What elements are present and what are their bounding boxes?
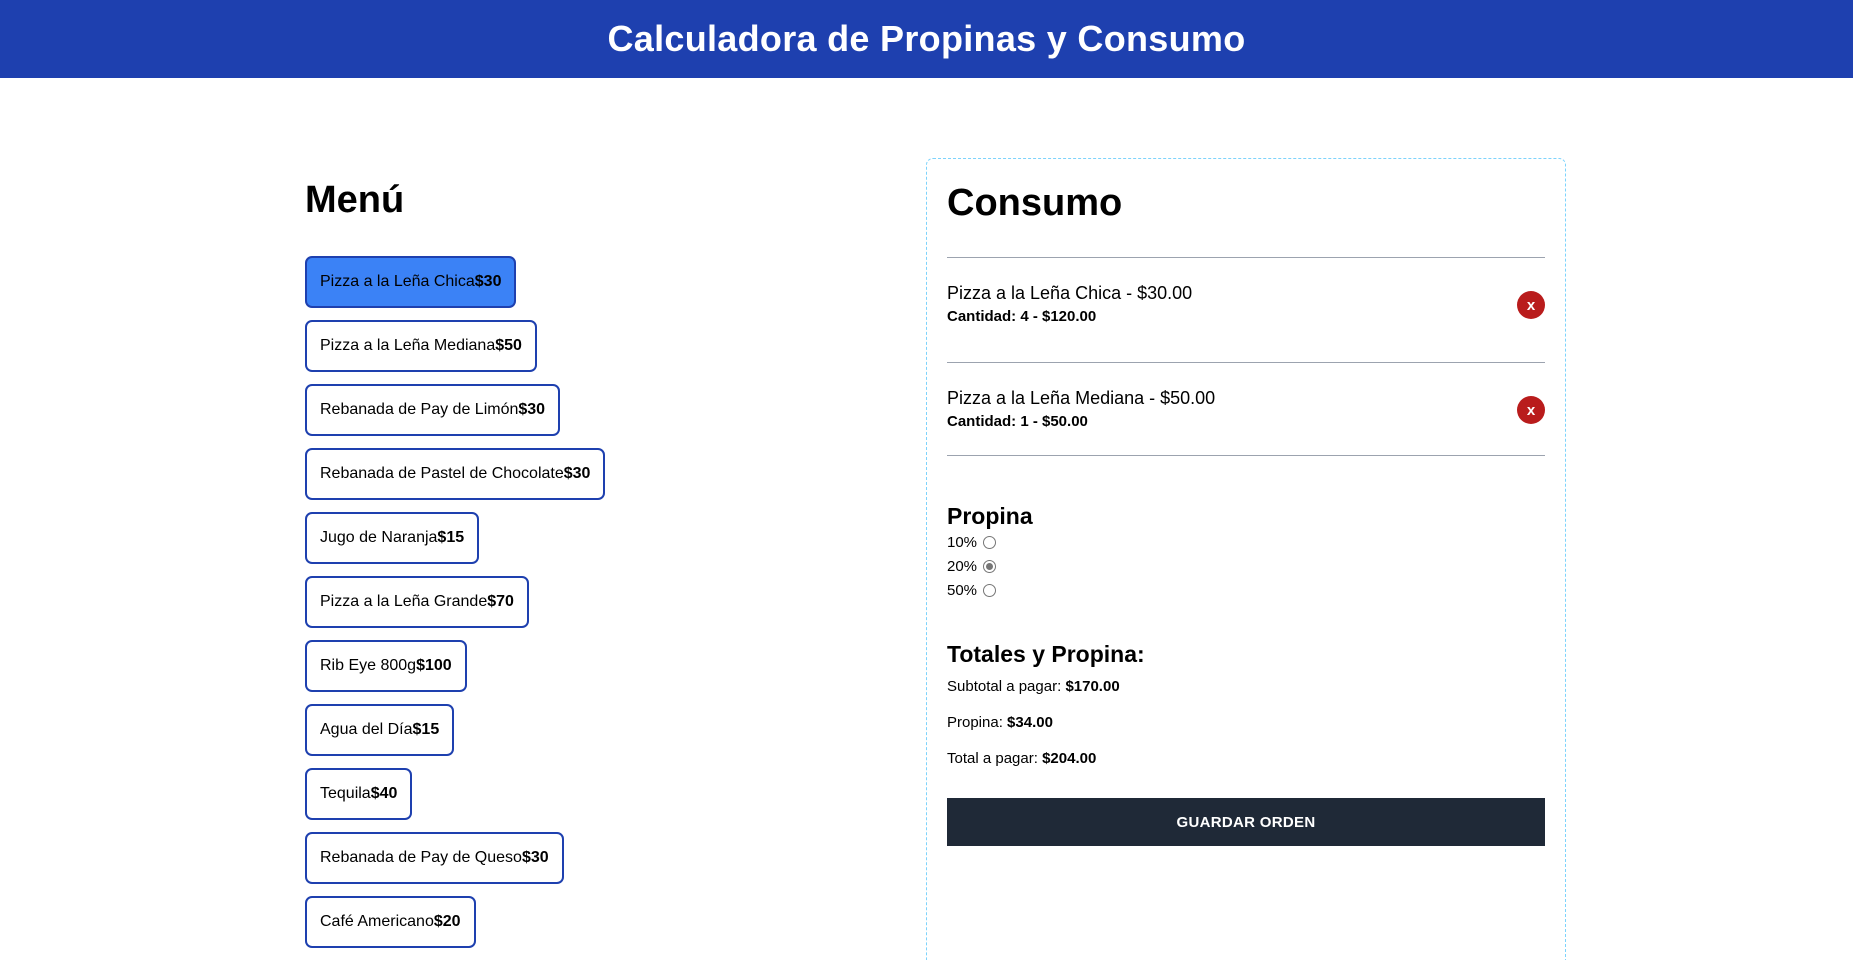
tip-option-label: 50%: [947, 581, 978, 599]
menu-item[interactable]: Rebanada de Pastel de Chocolate $30: [305, 448, 606, 500]
menu-item-price: $30: [474, 273, 502, 290]
tip-option-20[interactable]: 20%: [947, 554, 1545, 578]
remove-item-button[interactable]: x: [1517, 291, 1545, 319]
tip-line: Propina: $34.00: [947, 712, 1545, 748]
subtotal-label: Subtotal a pagar:: [947, 678, 1062, 695]
menu-item-name: Rebanada de Pastel de Chocolate: [320, 465, 564, 482]
total-label: Total a pagar:: [947, 750, 1038, 767]
tip-title: Propina: [947, 503, 1033, 529]
close-icon: x: [1526, 401, 1536, 419]
order-item: Pizza a la Leña Chica - $30.00 Cantidad:…: [947, 258, 1545, 363]
save-order-button[interactable]: GUARDAR ORDEN: [947, 798, 1545, 846]
app-header: Calculadora de Propinas y Consumo: [0, 0, 1853, 78]
tip-section: Propina 10% 20% 50%: [947, 502, 1545, 602]
remove-item-button[interactable]: x: [1517, 396, 1545, 424]
tip-radio[interactable]: [983, 559, 997, 573]
close-icon: x: [1526, 296, 1536, 314]
total-line: Total a pagar: $204.00: [947, 748, 1545, 784]
menu-item-price: $70: [487, 593, 514, 610]
menu-item-price: $100: [416, 657, 452, 674]
menu-item[interactable]: Rebanada de Pay de Queso $30: [305, 832, 564, 884]
menu-item[interactable]: Pizza a la Leña Chica $30: [305, 256, 517, 308]
order-item-quantity: Cantidad: 4 - $120.00: [947, 308, 1097, 325]
menu-title: Menú: [305, 179, 405, 221]
tip-option-label: 20%: [947, 557, 978, 575]
consumo-title: Consumo: [947, 182, 1123, 224]
menu-item[interactable]: Pizza a la Leña Grande $70: [305, 576, 529, 628]
menu-item[interactable]: Rib Eye 800g $100: [305, 640, 467, 692]
subtotal-value: $170.00: [1065, 678, 1120, 695]
order-item: Pizza a la Leña Mediana - $50.00 Cantida…: [947, 363, 1545, 456]
totals-section: Totales y Propina: Subtotal a pagar: $17…: [947, 640, 1545, 784]
menu-item-name: Agua del Día: [320, 721, 413, 738]
menu-item-name: Pizza a la Leña Chica: [320, 273, 475, 290]
menu-item[interactable]: Jugo de Naranja $15: [305, 512, 480, 564]
menu-section: Menú Pizza a la Leña Chica $30 Pizza a l…: [305, 158, 907, 960]
tip-option-50[interactable]: 50%: [947, 578, 1545, 602]
totals-title: Totales y Propina:: [947, 641, 1145, 667]
menu-item[interactable]: Pizza a la Leña Mediana $50: [305, 320, 537, 372]
menu-item-price: $15: [437, 529, 465, 546]
tip-radio[interactable]: [983, 535, 997, 549]
tip-label: Propina:: [947, 714, 1003, 731]
menu-item-name: Rebanada de Pay de Limón: [320, 401, 519, 418]
menu-item-price: $30: [518, 401, 546, 418]
menu-item-name: Pizza a la Leña Grande: [320, 593, 488, 610]
subtotal-line: Subtotal a pagar: $170.00: [947, 676, 1545, 712]
menu-item-price: $50: [495, 337, 522, 354]
page-title: Calculadora de Propinas y Consumo: [607, 18, 1246, 59]
consumo-panel: Consumo Pizza a la Leña Chica - $30.00 C…: [926, 158, 1566, 960]
tip-option-10[interactable]: 10%: [947, 530, 1545, 554]
menu-item-price: $15: [412, 721, 440, 738]
tip-option-label: 10%: [947, 533, 978, 551]
menu-item[interactable]: Rebanada de Pay de Limón $30: [305, 384, 561, 436]
tip-value: $34.00: [1007, 714, 1053, 731]
main-content: Menú Pizza a la Leña Chica $30 Pizza a l…: [0, 78, 1853, 960]
order-list: Pizza a la Leña Chica - $30.00 Cantidad:…: [947, 257, 1545, 456]
menu-item-name: Café Americano: [320, 913, 434, 930]
order-item-name: Pizza a la Leña Chica - $30.00: [947, 283, 1193, 303]
menu-item-price: $30: [521, 849, 549, 866]
menu-item-name: Rib Eye 800g: [320, 657, 417, 674]
menu-list: Pizza a la Leña Chica $30 Pizza a la Leñ…: [305, 256, 907, 948]
menu-item[interactable]: Café Americano $20: [305, 896, 476, 948]
menu-item-name: Tequila: [320, 785, 371, 802]
menu-item[interactable]: Tequila $40: [305, 768, 413, 820]
total-value: $204.00: [1042, 750, 1097, 767]
menu-item-price: $20: [433, 913, 461, 930]
order-item-name: Pizza a la Leña Mediana - $50.00: [947, 388, 1216, 408]
menu-item-price: $30: [563, 465, 591, 482]
order-item-quantity: Cantidad: 1 - $50.00: [947, 413, 1088, 430]
tip-radio[interactable]: [983, 583, 997, 597]
menu-item-price: $40: [370, 785, 398, 802]
menu-item-name: Jugo de Naranja: [320, 529, 438, 546]
menu-item-name: Pizza a la Leña Mediana: [320, 337, 496, 354]
menu-item[interactable]: Agua del Día $15: [305, 704, 455, 756]
menu-item-name: Rebanada de Pay de Queso: [320, 849, 522, 866]
